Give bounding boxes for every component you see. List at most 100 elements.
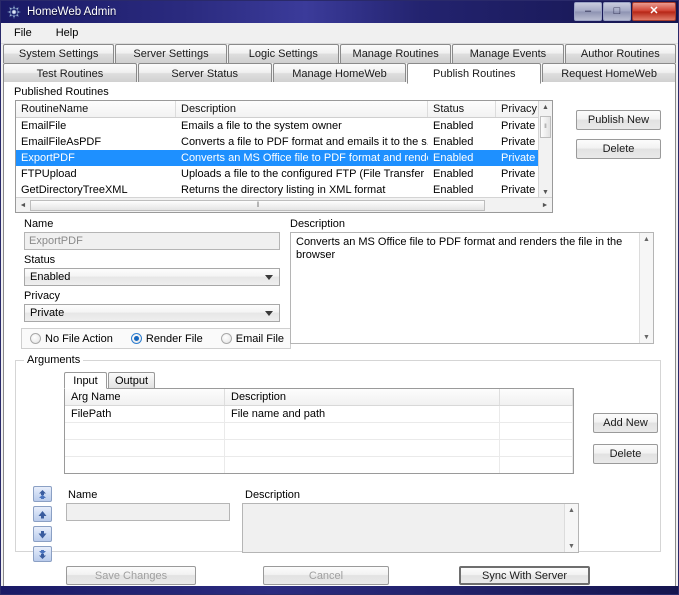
tab-author-routines[interactable]: Author Routines [564, 44, 676, 63]
scroll-down-icon[interactable]: ▼ [643, 331, 650, 343]
menu-item-help[interactable]: Help [53, 26, 82, 40]
delete-routine-button[interactable]: Delete [576, 139, 661, 159]
cell-arg-description [225, 457, 500, 473]
cell-routinename: ExportPDF [21, 152, 75, 164]
tab-manage-events[interactable]: Manage Events [452, 44, 564, 63]
description-label: Description [290, 218, 346, 230]
scroll-down-icon[interactable]: ▼ [568, 540, 575, 552]
double-arrow-up-icon [39, 489, 46, 499]
tab-server-settings[interactable]: Server Settings [115, 44, 227, 63]
double-arrow-down-icon [39, 549, 46, 559]
cell-status: Enabled [433, 120, 474, 132]
column-header-routinename[interactable]: RoutineName [16, 101, 176, 117]
tab-test-routines[interactable]: Test Routines [3, 63, 137, 83]
arguments-grid[interactable]: Arg Name Description FilePath File name … [64, 388, 574, 474]
column-header-arg-name[interactable]: Arg Name [65, 389, 225, 405]
tab-input[interactable]: Input [64, 372, 107, 389]
grid-vscroll-thumb[interactable]: ‖ [540, 116, 551, 138]
column-header-description[interactable]: Description [176, 101, 428, 117]
published-routines-grid[interactable]: RoutineName Description Status Privacy E… [15, 100, 553, 213]
tab-publish-routines[interactable]: Publish Routines [407, 63, 542, 84]
radio-no-file-action[interactable]: No File Action [30, 333, 113, 345]
tab-strip: System Settings Server Settings Logic Se… [1, 44, 678, 84]
description-textarea[interactable]: Converts an MS Office file to PDF format… [290, 232, 654, 344]
arguments-row[interactable] [65, 457, 573, 473]
radio-label: Render File [145, 332, 203, 345]
scroll-up-icon[interactable]: ▲ [539, 101, 552, 114]
cell-arg-name [65, 457, 225, 473]
file-action-radio-group: No File Action Render File Email File [21, 328, 291, 349]
move-to-bottom-button[interactable] [33, 546, 52, 562]
scroll-left-icon[interactable]: ◄ [16, 199, 30, 212]
scroll-up-icon[interactable]: ▲ [568, 504, 575, 516]
description-scrollbar[interactable]: ▲ ▼ [639, 233, 653, 343]
cell-arg-description: File name and path [225, 406, 500, 422]
privacy-select[interactable]: Private [24, 304, 280, 322]
argument-description-scrollbar[interactable]: ▲ ▼ [564, 504, 578, 552]
scroll-right-icon[interactable]: ► [538, 199, 552, 212]
maximize-button[interactable]: □ [603, 2, 631, 21]
close-button[interactable]: ✕ [632, 2, 676, 21]
arguments-row[interactable]: FilePath File name and path [65, 406, 573, 423]
tab-server-status[interactable]: Server Status [137, 63, 272, 83]
radio-icon [220, 333, 232, 344]
menu-item-file[interactable]: File [11, 26, 35, 40]
tab-system-settings[interactable]: System Settings [3, 44, 115, 63]
column-header-arg-extra [500, 389, 573, 405]
cell-routinename: GetDirectoryTreeXML [21, 184, 128, 196]
arguments-row[interactable] [65, 440, 573, 457]
minimize-button[interactable]: – [574, 2, 602, 21]
column-header-status[interactable]: Status [428, 101, 496, 117]
cancel-button[interactable]: Cancel [263, 566, 389, 585]
table-row[interactable]: EmailFile Emails a file to the system ow… [16, 118, 552, 134]
cell-arg-extra [500, 423, 573, 439]
arguments-header-row: Arg Name Description [65, 389, 573, 406]
status-select[interactable]: Enabled [24, 268, 280, 286]
window-controls: – □ ✕ [574, 2, 676, 21]
cell-description: Emails a file to the system owner [181, 120, 342, 132]
tab-manage-homeweb[interactable]: Manage HomeWeb [272, 63, 407, 83]
table-row[interactable]: GetDirectoryTreeXML Returns the director… [16, 182, 552, 198]
tab-output[interactable]: Output [108, 372, 155, 389]
sync-with-server-button[interactable]: Sync With Server [459, 566, 590, 585]
argument-name-input[interactable] [66, 503, 230, 521]
cell-arg-name [65, 423, 225, 439]
cell-routinename: FTPUpload [21, 168, 77, 180]
grid-hscroll-thumb[interactable]: ‖ [30, 199, 485, 211]
publish-new-button[interactable]: Publish New [576, 110, 661, 130]
delete-argument-button[interactable]: Delete [593, 444, 658, 464]
move-to-top-button[interactable] [33, 486, 52, 502]
description-text: Converts an MS Office file to PDF format… [296, 236, 623, 261]
argument-name-label: Name [68, 489, 98, 501]
tab-logic-settings[interactable]: Logic Settings [227, 44, 339, 63]
add-new-argument-button[interactable]: Add New [593, 413, 658, 433]
save-changes-button[interactable]: Save Changes [66, 566, 196, 585]
cell-arg-extra [500, 406, 573, 422]
move-down-button[interactable] [33, 526, 52, 542]
table-row[interactable]: EmailFileAsPDF Converts a file to PDF fo… [16, 134, 552, 150]
radio-icon-selected [130, 333, 142, 344]
argument-description-textarea[interactable]: ▲ ▼ [242, 503, 579, 553]
move-up-button[interactable] [33, 506, 52, 522]
minimize-icon: – [584, 5, 592, 17]
tab-manage-routines[interactable]: Manage Routines [339, 44, 452, 63]
column-header-arg-description[interactable]: Description [225, 389, 500, 405]
menu-bar: File Help [1, 23, 678, 44]
grid-vertical-scrollbar[interactable]: ▲ ‖ ▼ [538, 101, 552, 199]
close-icon: ✕ [649, 5, 659, 17]
scroll-up-icon[interactable]: ▲ [643, 233, 650, 245]
name-input[interactable]: ExportPDF [24, 232, 280, 250]
privacy-select-value: Private [30, 307, 65, 319]
cell-description: Converts an MS Office file to PDF format… [181, 152, 428, 164]
privacy-label: Privacy [24, 290, 61, 302]
cell-arg-extra [500, 440, 573, 456]
radio-render-file[interactable]: Render File [130, 332, 203, 345]
grid-horizontal-scrollbar[interactable]: ◄ ‖ ► [16, 197, 552, 212]
tab-request-homeweb[interactable]: Request HomeWeb [542, 63, 676, 83]
published-routines-label: Published Routines [14, 86, 109, 98]
arguments-row[interactable] [65, 423, 573, 440]
radio-email-file[interactable]: Email File [220, 333, 284, 345]
table-row[interactable]: FTPUpload Uploads a file to the configur… [16, 166, 552, 182]
table-row-selected[interactable]: ExportPDF Converts an MS Office file to … [16, 150, 552, 166]
cell-arg-description [225, 423, 500, 439]
